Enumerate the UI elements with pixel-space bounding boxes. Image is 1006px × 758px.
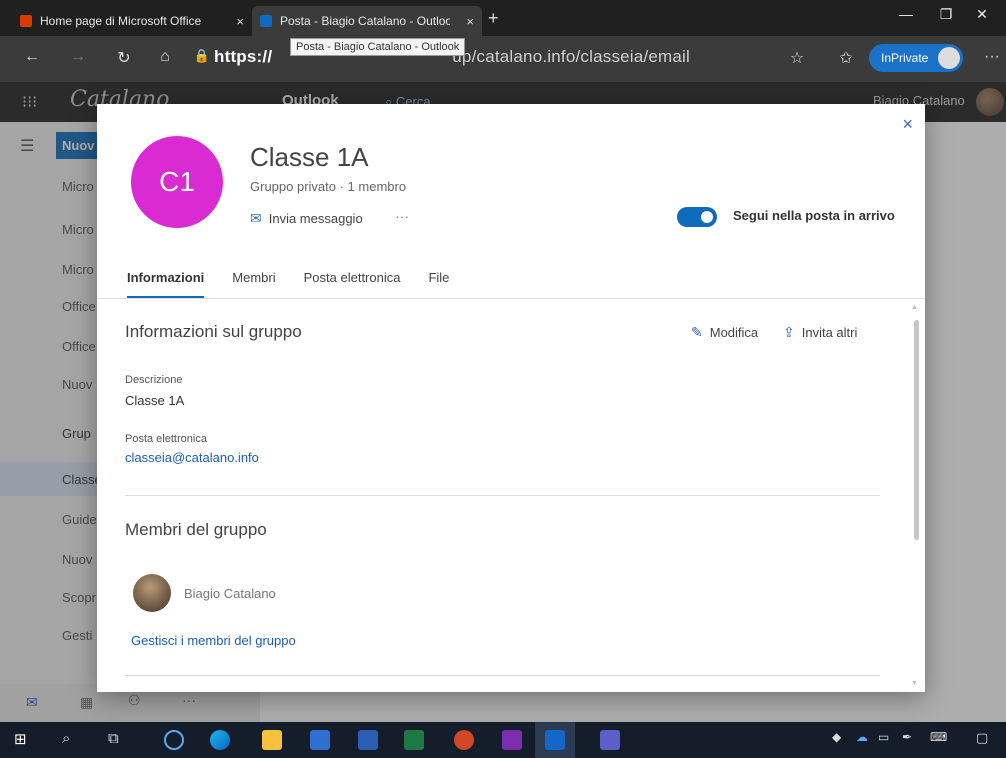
url-scheme: https://	[214, 47, 273, 66]
word-icon[interactable]	[358, 730, 378, 750]
group-info-panel: Informazioni sul gruppo ✎ Modifica ⇪ Inv…	[125, 304, 885, 692]
pen-icon[interactable]: ✒	[902, 730, 912, 744]
tab-tooltip: Posta - Biagio Catalano - Outlook	[290, 38, 466, 56]
scrollbar-thumb[interactable]	[914, 320, 919, 540]
send-message-button[interactable]: ✉ Invia messaggio	[250, 210, 363, 227]
forward-icon[interactable]: →	[66, 48, 90, 66]
new-tab-button[interactable]: +	[488, 8, 499, 29]
close-tab-icon[interactable]: ×	[466, 14, 474, 29]
windows-start-icon[interactable]: ⊞	[14, 730, 27, 748]
mail-icon: ✉	[250, 210, 262, 226]
browser-menu-icon[interactable]: ···	[980, 48, 1004, 66]
group-card-dialog: × C1 Classe 1A Gruppo privato · 1 membro…	[97, 104, 925, 692]
follow-toggle[interactable]	[677, 207, 717, 227]
search-icon[interactable]: ⌕	[62, 730, 70, 747]
powerpoint-icon[interactable]	[454, 730, 474, 750]
close-icon[interactable]: ×	[902, 114, 913, 135]
send-message-label: Invia messaggio	[268, 211, 363, 226]
browser-tab-office[interactable]: Home page di Microsoft Office ×	[12, 6, 252, 36]
favorites-list-icon[interactable]: ✩	[834, 48, 858, 68]
group-avatar: C1	[131, 136, 223, 228]
email-label: Posta elettronica	[125, 433, 207, 445]
browser-tab-strip: Home page di Microsoft Office × Posta - …	[0, 0, 1006, 36]
members-section-title: Membri del gruppo	[125, 520, 267, 539]
notifications-icon[interactable]: ▢	[976, 730, 988, 746]
divider	[97, 298, 925, 299]
tab-posta-elettronica[interactable]: Posta elettronica	[304, 262, 401, 298]
description-value: Classe 1A	[125, 393, 185, 408]
manage-members-link[interactable]: Gestisci i membri del gruppo	[131, 633, 296, 648]
network-icon[interactable]: ▭	[878, 730, 889, 744]
task-view-icon[interactable]: ⧉	[108, 730, 119, 747]
favorite-star-icon[interactable]: ☆	[785, 48, 809, 68]
scroll-up-icon[interactable]: ▲	[911, 304, 918, 311]
follow-label: Segui nella posta in arrivo	[733, 208, 895, 223]
group-title: Classe 1A	[250, 142, 369, 172]
file-explorer-icon[interactable]	[262, 730, 282, 750]
refresh-icon[interactable]: ↻	[112, 48, 136, 68]
description-label: Descrizione	[125, 374, 183, 386]
onenote-icon[interactable]	[502, 730, 522, 750]
email-value[interactable]: classeia@catalano.info	[125, 450, 259, 465]
close-window-button[interactable]: ✕	[962, 6, 1002, 23]
minimize-button[interactable]: —	[886, 6, 926, 22]
share-icon: ⇪	[783, 324, 795, 340]
url-path: up/catalano.info/classeia/email	[452, 47, 690, 66]
back-icon[interactable]: ←	[20, 48, 44, 66]
store-icon[interactable]	[310, 730, 330, 750]
address-bar: ← → ↻ ⌂ 🔒 https:// up/catalano.info/class…	[0, 36, 1006, 82]
inprivate-badge[interactable]: InPrivate	[869, 44, 963, 72]
close-tab-icon[interactable]: ×	[236, 14, 244, 29]
browser-tab-title: Posta - Biagio Catalano - Outlook	[280, 14, 450, 28]
office-favicon-icon	[20, 15, 32, 27]
lock-icon: 🔒	[193, 48, 211, 63]
scroll-down-icon[interactable]: ▼	[911, 680, 918, 687]
teams-icon[interactable]	[600, 730, 620, 750]
tab-membri[interactable]: Membri	[232, 262, 275, 298]
member-name[interactable]: Biagio Catalano	[184, 586, 276, 601]
inprivate-label: InPrivate	[881, 51, 929, 65]
more-actions-button[interactable]: ···	[395, 208, 409, 224]
taskbar: ⊞ ⌕ ⧉ ◆ ☁ ▭ ✒ ⌨ ▢	[0, 722, 1006, 758]
excel-icon[interactable]	[404, 730, 424, 750]
info-section-title: Informazioni sul gruppo	[125, 322, 302, 341]
invite-button[interactable]: ⇪ Invita altri	[783, 324, 857, 341]
edge-icon[interactable]	[210, 730, 230, 750]
group-meta: Gruppo privato · 1 membro	[250, 179, 407, 194]
tray-security-icon[interactable]: ◆	[832, 730, 841, 744]
invite-label: Invita altri	[801, 325, 858, 340]
outlook-icon[interactable]	[545, 730, 565, 750]
cortana-icon[interactable]	[164, 730, 184, 750]
tab-file[interactable]: File	[428, 262, 449, 298]
pencil-icon: ✎	[691, 324, 703, 340]
keyboard-icon[interactable]: ⌨	[930, 730, 947, 744]
edit-button[interactable]: ✎ Modifica	[691, 324, 758, 341]
browser-tab-title: Home page di Microsoft Office	[40, 14, 202, 28]
home-icon[interactable]: ⌂	[153, 48, 177, 66]
onedrive-icon[interactable]: ☁	[856, 730, 868, 744]
profile-icon	[938, 47, 960, 69]
toggle-knob	[701, 211, 713, 223]
group-tabs: Informazioni Membri Posta elettronica Fi…	[127, 262, 477, 302]
browser-tab-outlook[interactable]: Posta - Biagio Catalano - Outlook ×	[252, 6, 482, 36]
tab-informazioni[interactable]: Informazioni	[127, 262, 205, 298]
outlook-favicon-icon	[260, 15, 272, 27]
divider	[125, 495, 880, 496]
maximize-button[interactable]: ❐	[926, 6, 966, 23]
edit-label: Modifica	[709, 325, 759, 340]
divider	[125, 675, 880, 676]
avatar	[133, 574, 171, 612]
